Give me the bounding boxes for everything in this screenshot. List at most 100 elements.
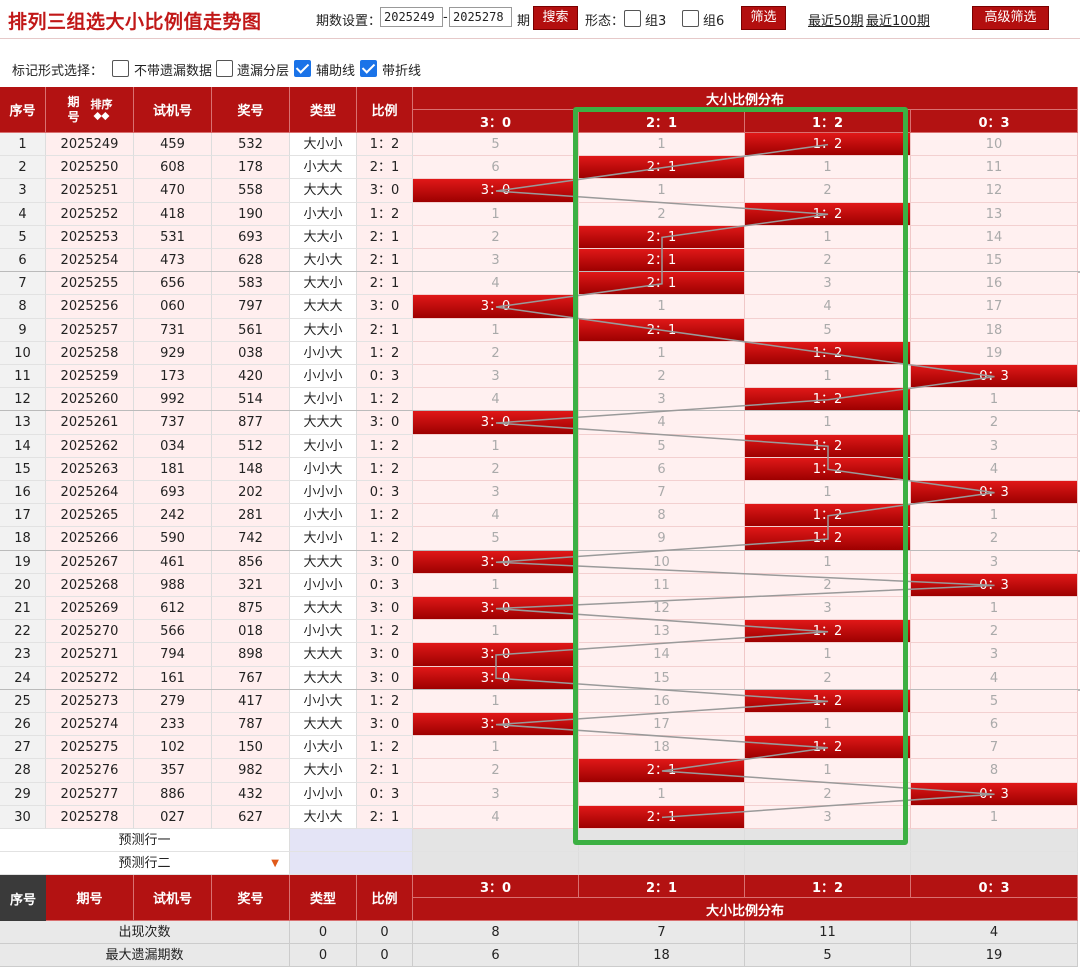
row-index: 1 (0, 133, 46, 157)
row-trial-number: 242 (134, 504, 212, 528)
row-type: 小小大 (290, 341, 357, 365)
row-prize-number: 532 (212, 133, 290, 157)
miss-count-cell: 1 (579, 179, 745, 203)
predict-row-label[interactable]: 预测行一 (0, 829, 290, 852)
miss-count-cell: 1 (745, 550, 911, 574)
row-ratio: 1：2 (357, 202, 413, 226)
row-type: 小小大 (290, 620, 357, 644)
ratio-hit-cell: 2：1 (579, 156, 745, 180)
miss-count-cell: 2 (745, 573, 911, 597)
miss-count-cell: 1 (745, 156, 911, 180)
predict-cell[interactable] (911, 829, 1078, 852)
footer-header-ratio: 比例 (357, 875, 413, 921)
ratio-hit-cell: 1：2 (745, 527, 911, 551)
row-period: 2025272 (46, 666, 134, 690)
footer-header-trial: 试机号 (134, 875, 212, 921)
predict-type-cell[interactable] (290, 829, 413, 852)
miss-count-cell: 19 (911, 341, 1078, 365)
row-prize-number: 628 (212, 249, 290, 273)
miss-count-cell: 2 (911, 527, 1078, 551)
row-type: 大小大 (290, 805, 357, 829)
row-ratio: 3：0 (357, 666, 413, 690)
row-ratio: 3：0 (357, 550, 413, 574)
miss-count-cell: 1 (745, 225, 911, 249)
row-ratio: 2：1 (357, 759, 413, 783)
summary-type: 0 (290, 921, 357, 944)
ratio-hit-cell: 0：3 (911, 481, 1078, 505)
predict-row-label[interactable]: 预测行二 ▼ (0, 852, 290, 875)
predict-cell[interactable] (413, 829, 579, 852)
miss-count-cell: 2 (911, 620, 1078, 644)
miss-count-cell: 4 (745, 295, 911, 319)
miss-count-cell: 1 (413, 318, 579, 342)
ratio-hit-cell: 3：0 (413, 295, 579, 319)
predict-cell[interactable] (745, 852, 911, 875)
header-period[interactable]: 期号 排序 ⬥⬥ (46, 87, 134, 133)
miss-count-cell: 3 (745, 272, 911, 296)
miss-count-cell: 16 (911, 272, 1078, 296)
miss-count-cell: 1 (579, 133, 745, 157)
predict-cell[interactable] (413, 852, 579, 875)
miss-count-cell: 6 (911, 713, 1078, 737)
row-trial-number: 531 (134, 225, 212, 249)
miss-count-cell: 2 (745, 782, 911, 806)
summary-value: 5 (745, 944, 911, 967)
miss-count-cell: 8 (579, 504, 745, 528)
row-trial-number: 590 (134, 527, 212, 551)
miss-count-cell: 2 (579, 202, 745, 226)
miss-count-cell: 11 (579, 573, 745, 597)
row-index: 5 (0, 225, 46, 249)
footer-header-index: 序号 (0, 875, 46, 921)
miss-count-cell: 1 (745, 481, 911, 505)
row-index: 29 (0, 782, 46, 806)
miss-count-cell: 2 (413, 341, 579, 365)
miss-count-cell: 9 (579, 527, 745, 551)
predict-type-cell[interactable] (290, 852, 413, 875)
row-ratio: 1：2 (357, 341, 413, 365)
row-prize-number: 627 (212, 805, 290, 829)
predict-cell[interactable] (579, 852, 745, 875)
summary-ratio: 0 (357, 944, 413, 967)
ratio-hit-cell: 3：0 (413, 550, 579, 574)
row-period: 2025269 (46, 597, 134, 621)
predict-cell[interactable] (579, 829, 745, 852)
row-period: 2025257 (46, 318, 134, 342)
row-period: 2025278 (46, 805, 134, 829)
row-period: 2025253 (46, 225, 134, 249)
row-prize-number: 178 (212, 156, 290, 180)
miss-count-cell: 3 (413, 782, 579, 806)
row-type: 大大大 (290, 597, 357, 621)
row-index: 7 (0, 272, 46, 296)
predict-cell[interactable] (745, 829, 911, 852)
miss-count-cell: 2 (911, 411, 1078, 435)
row-type: 大大大 (290, 666, 357, 690)
row-prize-number: 190 (212, 202, 290, 226)
ratio-hit-cell: 1：2 (745, 504, 911, 528)
miss-count-cell: 18 (911, 318, 1078, 342)
row-trial-number: 566 (134, 620, 212, 644)
miss-count-cell: 4 (413, 805, 579, 829)
ratio-hit-cell: 3：0 (413, 666, 579, 690)
header-ratio: 比例 (357, 87, 413, 133)
predict-cell[interactable] (911, 852, 1078, 875)
row-ratio: 0：3 (357, 365, 413, 389)
row-ratio: 2：1 (357, 805, 413, 829)
miss-count-cell: 1 (579, 341, 745, 365)
row-type: 小大小 (290, 504, 357, 528)
miss-count-cell: 12 (579, 597, 745, 621)
row-index: 9 (0, 318, 46, 342)
miss-count-cell: 1 (745, 643, 911, 667)
row-ratio: 2：1 (357, 318, 413, 342)
row-prize-number: 150 (212, 736, 290, 760)
ratio-hit-cell: 1：2 (745, 341, 911, 365)
row-index: 24 (0, 666, 46, 690)
miss-count-cell: 2 (413, 759, 579, 783)
ratio-hit-cell: 2：1 (579, 759, 745, 783)
row-prize-number: 420 (212, 365, 290, 389)
miss-count-cell: 10 (911, 133, 1078, 157)
row-index: 30 (0, 805, 46, 829)
sort-toggle[interactable]: 排序 ⬥⬥ (91, 99, 113, 121)
miss-count-cell: 3 (745, 805, 911, 829)
row-ratio: 0：3 (357, 481, 413, 505)
miss-count-cell: 1 (413, 434, 579, 458)
